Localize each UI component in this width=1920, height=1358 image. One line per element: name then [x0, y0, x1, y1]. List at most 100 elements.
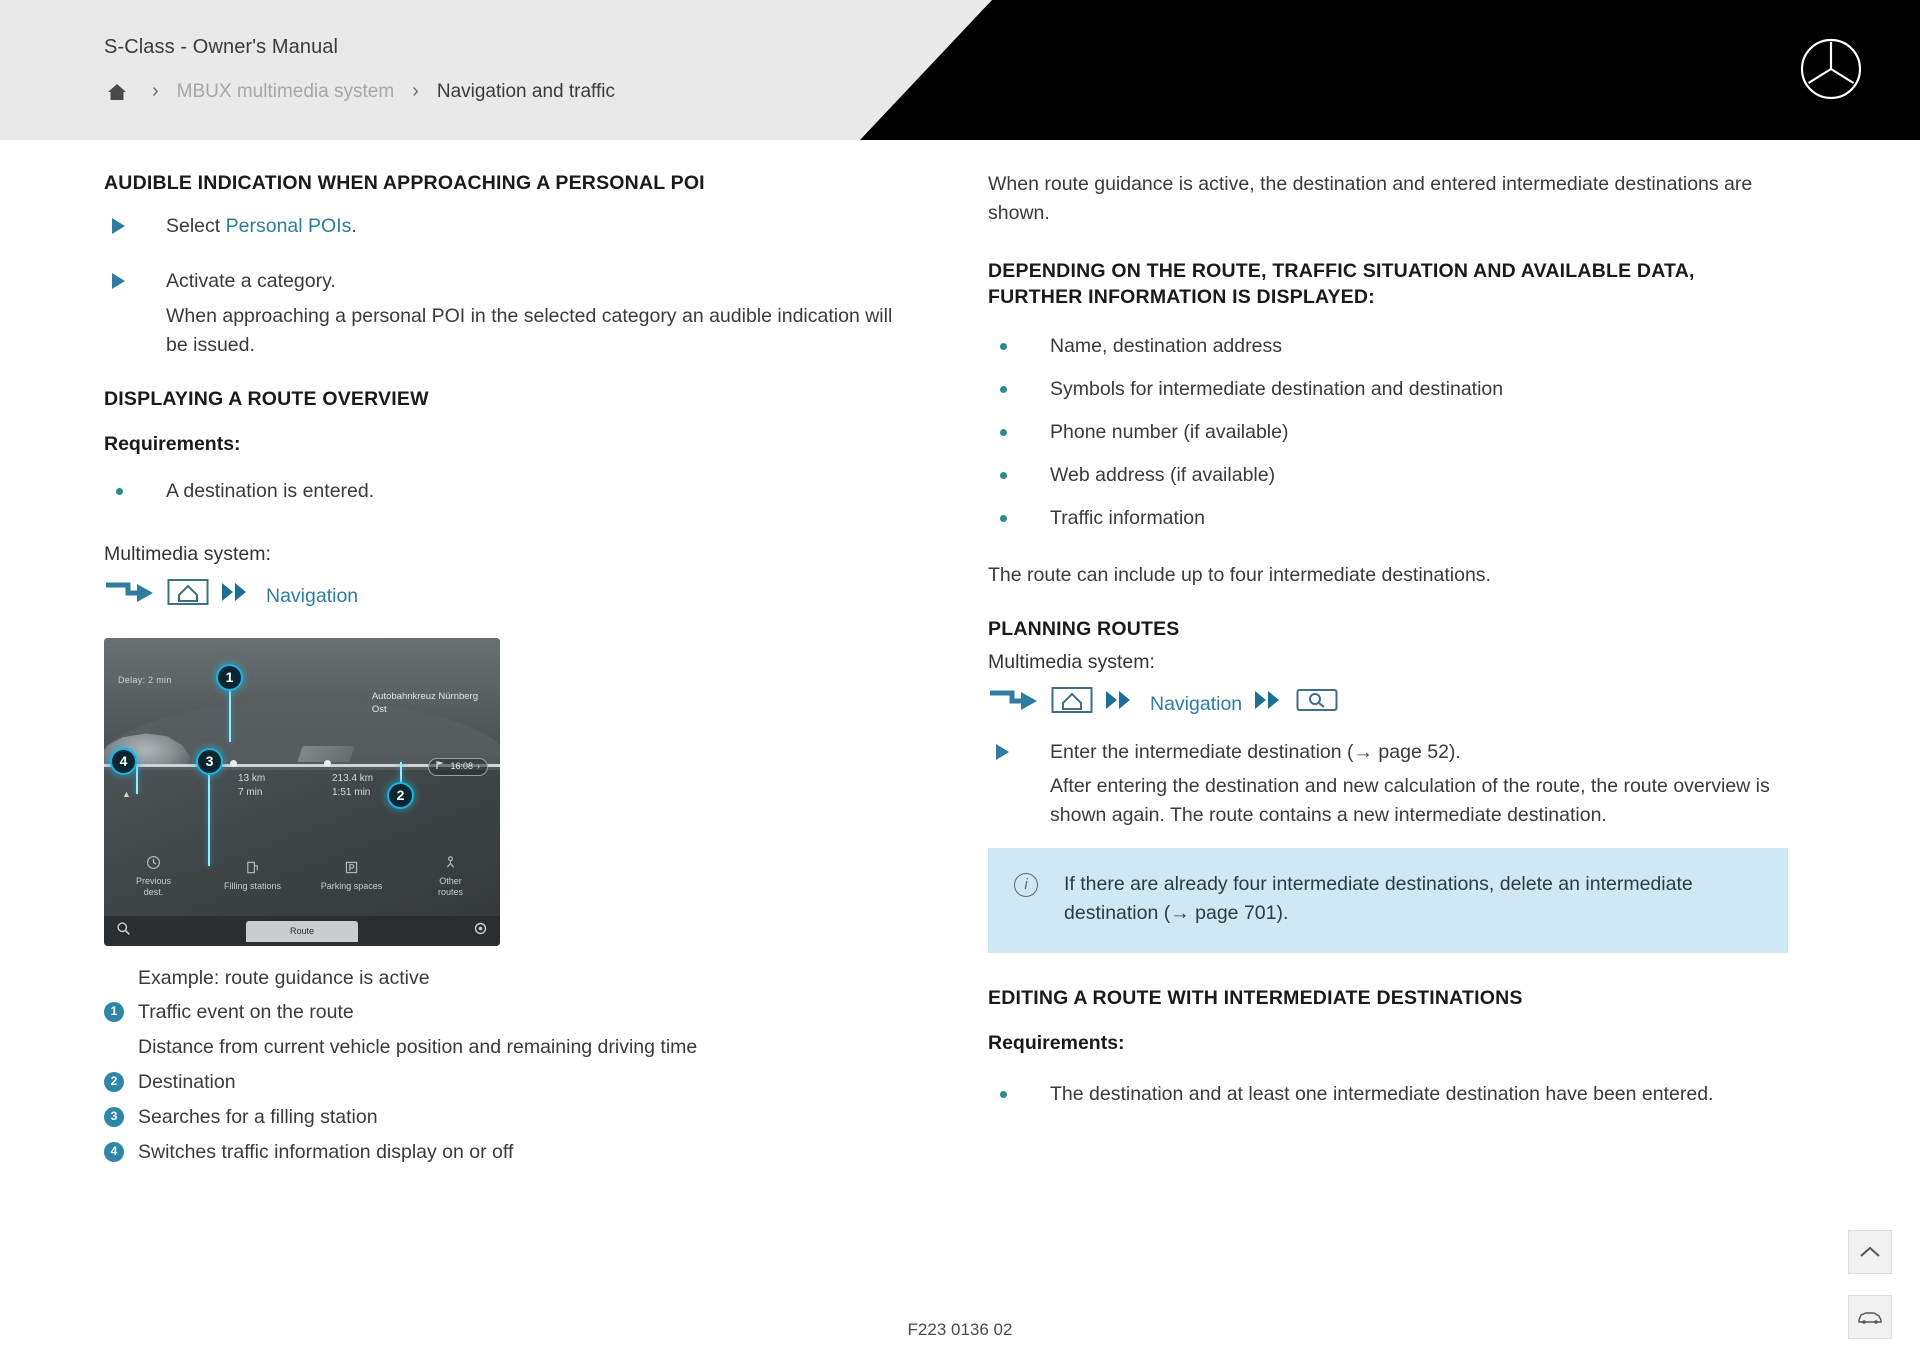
document-code: F223 0136 02 — [907, 1320, 1013, 1339]
left-column: AUDIBLE INDICATION WHEN APPROACHING A PE… — [104, 140, 894, 1173]
callout-badge-2: 2 — [387, 781, 414, 809]
info-box-text: If there are already four intermediate d… — [1064, 873, 1693, 925]
route-segment-1: 13 km 7 min — [238, 772, 265, 801]
requirements-label-left: Requirements: — [104, 433, 241, 456]
page-header: S-Class - Owner's Manual › MBUX multimed… — [0, 0, 1920, 140]
route-waypoint-dot — [230, 759, 237, 767]
destination-flag-icon — [436, 760, 446, 774]
screenshot-legend: Example: route guidance is active 1 Traf… — [104, 964, 894, 1167]
steps-list-audible: Select Personal POIs. Activate a categor… — [104, 212, 894, 296]
navigation-menu-label[interactable]: Navigation — [266, 582, 358, 611]
toolbar-item-filling-stations[interactable]: Filling stations — [203, 838, 302, 916]
requirement-item-right: The destination and at least one interme… — [988, 1080, 1788, 1109]
legend-text-3: Searches for a filling station — [138, 1105, 378, 1128]
legend-text-1: Traffic event on the route — [138, 1001, 354, 1024]
screenshot-delay-label: Delay: 2 min — [118, 674, 172, 685]
multimedia-system-label-right: Multimedia system: — [988, 650, 1155, 673]
chevron-up-icon — [1860, 1246, 1880, 1257]
icon-path-planning-routes: Navigation — [988, 685, 1788, 724]
segment-1-distance: 13 km — [238, 772, 266, 784]
step-enter-label: Enter the intermediate destination (→ pa… — [1050, 740, 1461, 763]
home-icon[interactable] — [100, 82, 134, 102]
navigation-screenshot: Delay: 2 min Autobahnkreuz Nürnberg Ost … — [104, 637, 500, 946]
mercedes-star-logo — [1800, 38, 1862, 100]
double-chevron-icon-2 — [1253, 688, 1285, 721]
legend-item-4: 4 Switches traffic information display o… — [104, 1138, 894, 1167]
toolbar-item-previous-dest[interactable]: Previous dest. — [104, 838, 203, 916]
history-icon — [146, 855, 161, 869]
route-waypoint-dot — [324, 759, 331, 767]
icon-path-navigation-left: Navigation — [104, 577, 894, 616]
step-prefix: Select — [166, 215, 226, 238]
intro-paragraph: When route guidance is active, the desti… — [988, 173, 1753, 224]
callout-line-1 — [229, 689, 231, 742]
legend-title: Example: route guidance is active — [138, 966, 430, 989]
breadcrumb-item-current: Navigation and traffic — [436, 80, 615, 102]
manual-title: S-Class - Owner's Manual — [104, 36, 339, 58]
step-triangle-icon — [996, 743, 1009, 760]
legend-number-4: 4 — [104, 1141, 124, 1162]
step-select-personal-pois: Select Personal POIs. — [104, 212, 894, 241]
search-icon[interactable] — [116, 916, 131, 945]
fuel-pump-icon — [247, 862, 258, 874]
parking-icon — [345, 862, 358, 874]
legend-text-4: Switches traffic information display on … — [138, 1140, 514, 1163]
toolbar-label-previous-dest: Previous dest. — [135, 875, 171, 897]
toolbar-label-filling-stations: Filling stations — [223, 881, 282, 892]
callout-line-4 — [136, 765, 138, 794]
screenshot-poi-label: Autobahnkreuz Nürnberg Ost — [372, 690, 478, 718]
toolbar-label-other-routes: Other routes — [437, 875, 463, 897]
legend-number-1: 1 — [104, 1002, 124, 1023]
scroll-to-top-button[interactable] — [1848, 1230, 1892, 1274]
screenshot-toolbar: Previous dest. Filling stations Parking … — [104, 838, 500, 916]
bullet-web-address: Web address (if available) — [988, 461, 1788, 490]
step-activate-category: Activate a category. — [104, 267, 894, 296]
callout-badge-3: 3 — [196, 747, 223, 775]
step-suffix: . — [351, 215, 357, 238]
requirements-list-right: The destination and at least one interme… — [988, 1080, 1788, 1109]
bullet-traffic-information: Traffic information — [988, 504, 1788, 533]
breadcrumb-separator-1: › — [152, 80, 159, 102]
poi-line-2: Ost — [371, 704, 387, 716]
step-activate-note: When approaching a personal POI in the s… — [166, 305, 893, 356]
toolbar-item-other-routes[interactable]: Other routes — [401, 838, 500, 916]
requirements-list-left: A destination is entered. — [104, 477, 894, 506]
tab-route[interactable]: Route — [245, 920, 359, 943]
search-box-icon — [1296, 685, 1338, 724]
legend-item-1-note: Distance from current vehicle position a… — [138, 1036, 698, 1059]
bullet-name-destination-address: Name, destination address — [988, 332, 1788, 361]
personal-pois-link[interactable]: Personal POIs — [226, 215, 352, 237]
double-chevron-icon — [220, 580, 252, 613]
route-segment-2: 213.4 km 1:51 min — [332, 772, 373, 801]
toolbar-label-parking-spaces: Parking spaces — [320, 881, 383, 892]
breadcrumb-separator-2: › — [412, 80, 419, 102]
gear-icon[interactable] — [473, 916, 488, 945]
eta-chevron-icon: › — [477, 761, 480, 771]
screenshot-bottom-bar: Route — [104, 915, 500, 946]
eta-value: 16:08 — [450, 761, 473, 771]
heading-displaying-route-overview: DISPLAYING A ROUTE OVERVIEW — [104, 387, 429, 410]
page-body: AUDIBLE INDICATION WHEN APPROACHING A PE… — [0, 140, 1920, 1358]
requirement-item: A destination is entered. — [104, 477, 894, 506]
requirements-label-right: Requirements: — [988, 1031, 1125, 1054]
callout-line-3 — [208, 765, 210, 866]
heading-depending-on-route: DEPENDING ON THE ROUTE, TRAFFIC SITUATIO… — [988, 259, 1695, 309]
legend-number-2: 2 — [104, 1072, 124, 1093]
legend-text-2: Destination — [138, 1071, 236, 1094]
toolbar-item-parking-spaces[interactable]: Parking spaces — [302, 838, 401, 916]
step-triangle-icon — [112, 218, 125, 235]
segment-2-time: 1:51 min — [332, 787, 371, 798]
home-screen-icon — [167, 577, 209, 616]
alternate-routes-icon — [446, 856, 455, 868]
multimedia-system-label-left: Multimedia system: — [104, 542, 271, 565]
step-triangle-icon — [112, 273, 125, 290]
legend-item-2: 2 Destination — [104, 1068, 894, 1097]
bullet-symbols: Symbols for intermediate destination and… — [988, 375, 1788, 404]
breadcrumb-item-parent[interactable]: MBUX multimedia system — [177, 81, 395, 103]
steps-list-planning: Enter the intermediate destination (→ pa… — [988, 738, 1788, 767]
step-activate-label: Activate a category. — [166, 270, 336, 293]
traffic-toggle-icon[interactable]: ▲ — [122, 788, 131, 801]
navigation-menu-label-right[interactable]: Navigation — [1150, 690, 1242, 719]
callout-badge-4: 4 — [110, 747, 137, 775]
bullet-phone-number: Phone number (if available) — [988, 418, 1788, 447]
